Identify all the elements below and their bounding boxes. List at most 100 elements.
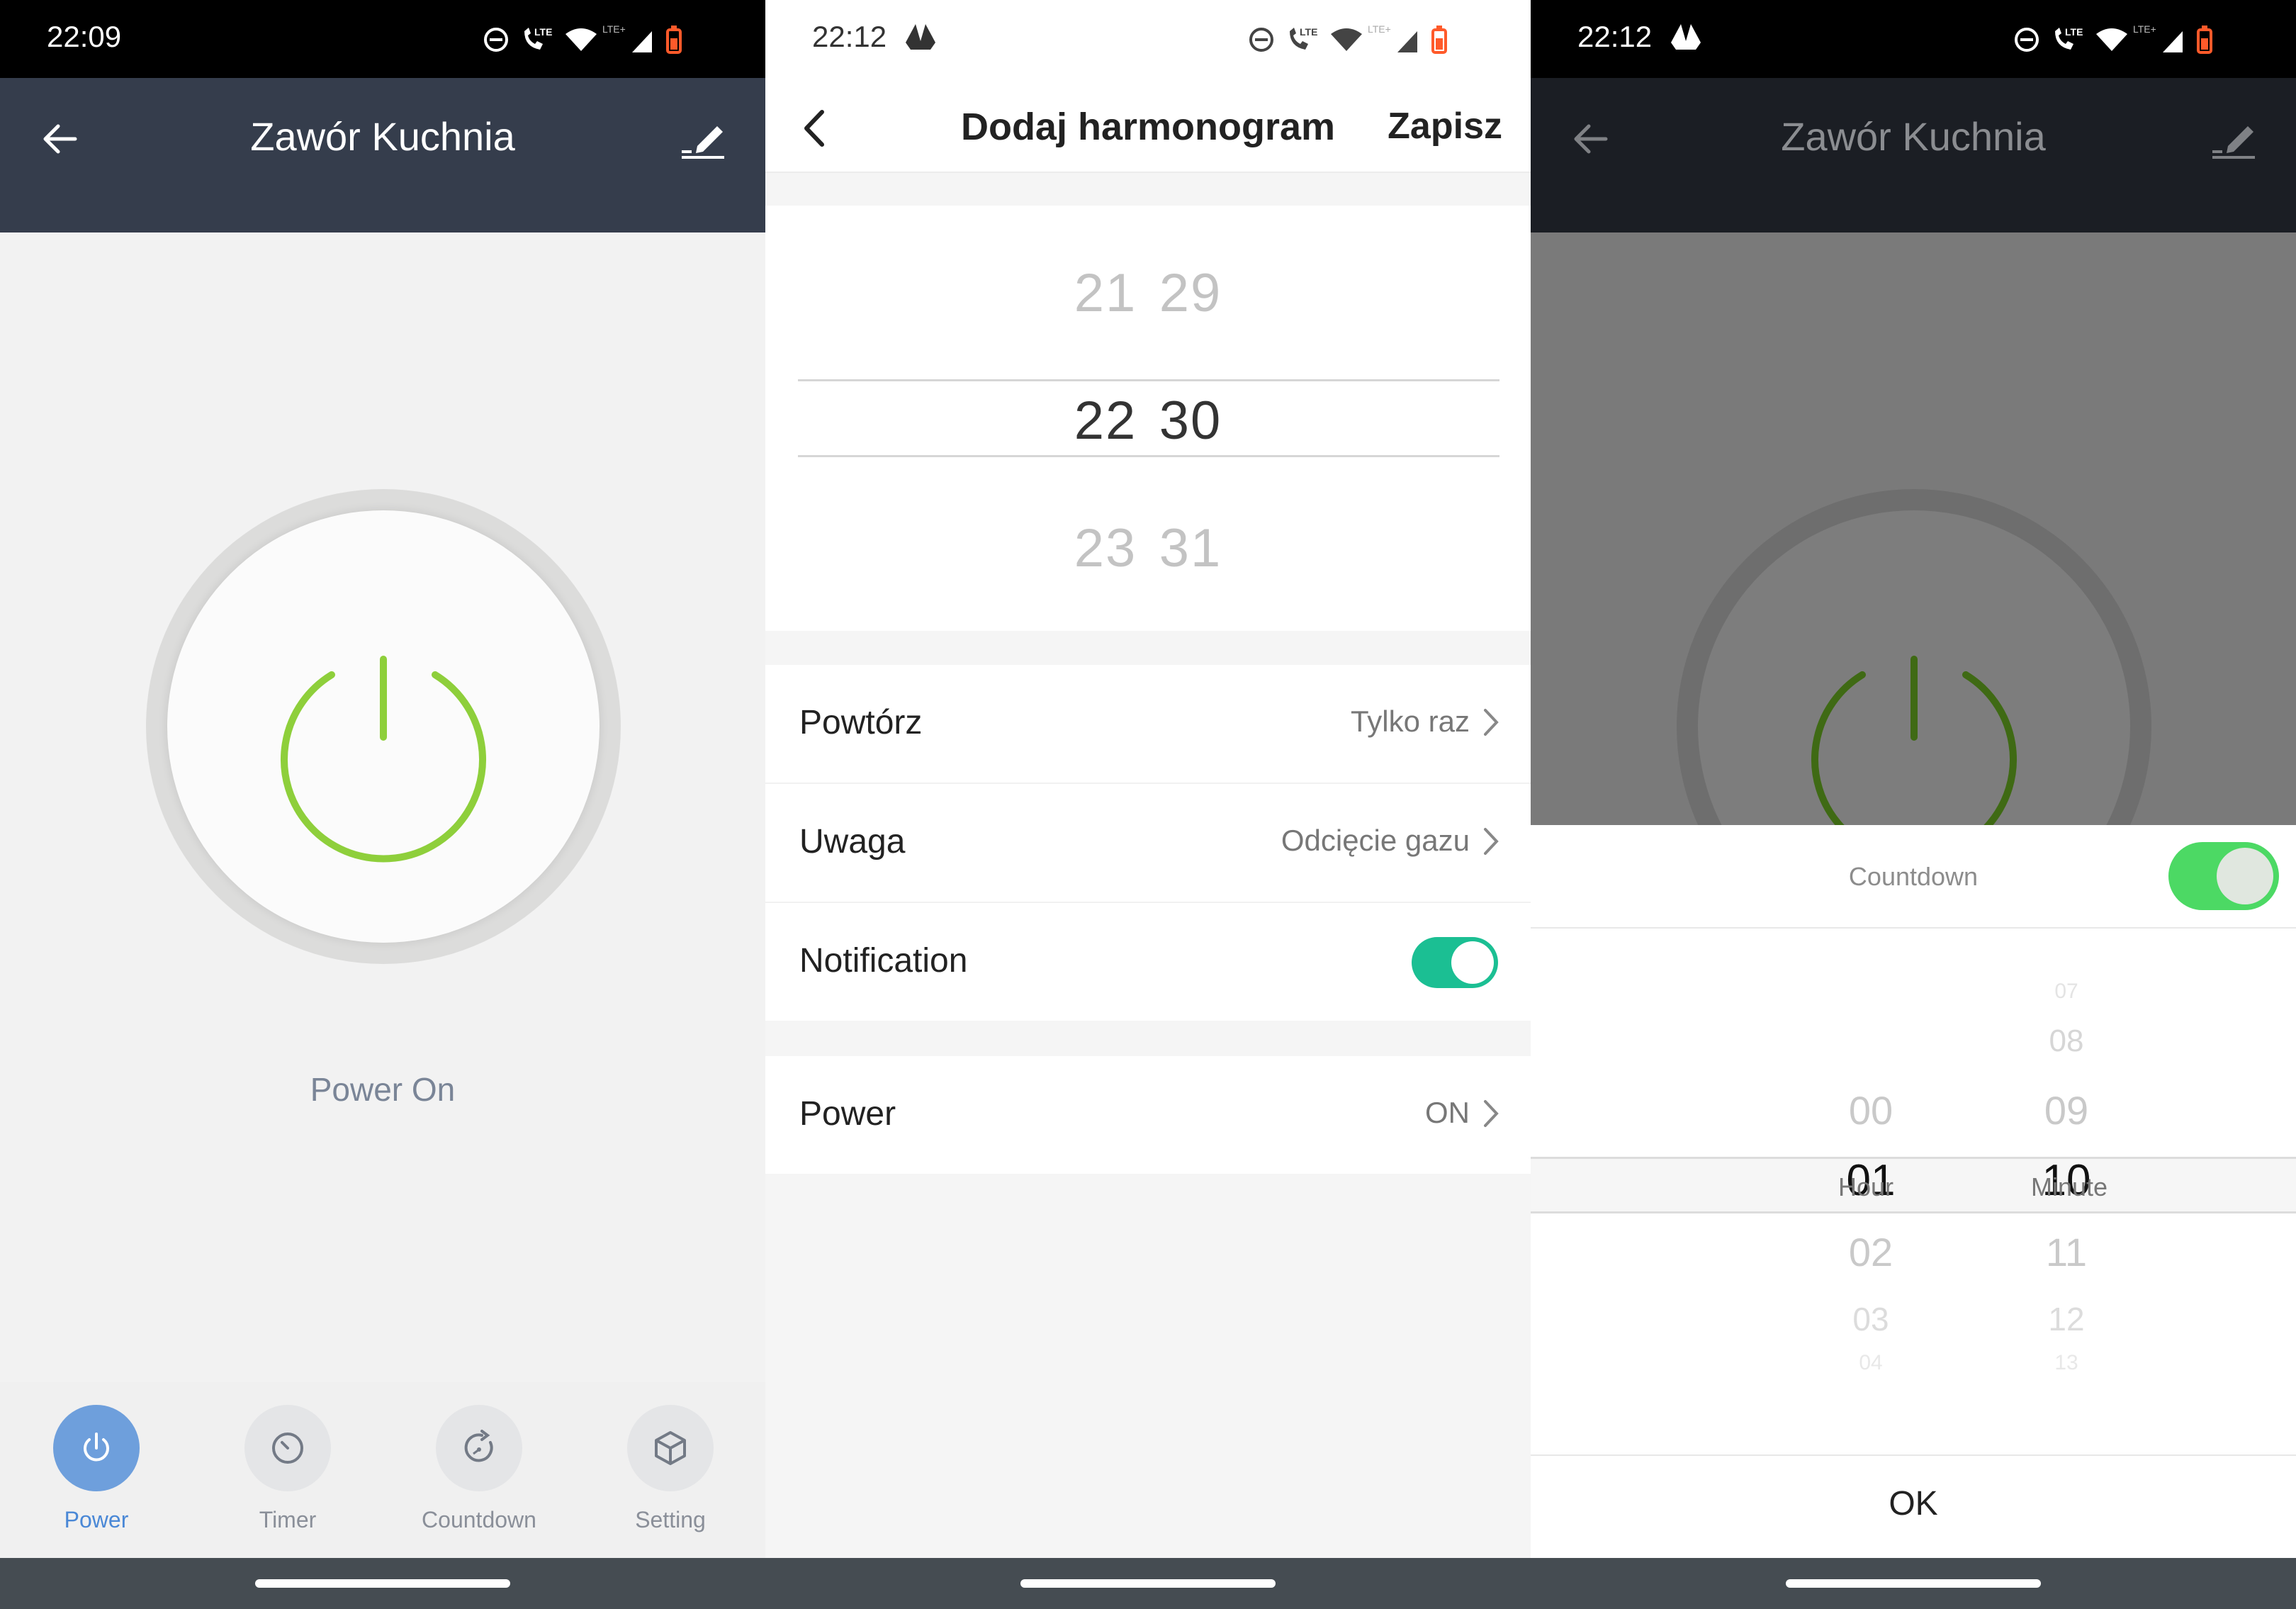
svg-text:LTE: LTE	[1300, 26, 1317, 38]
power-icon	[281, 656, 486, 863]
picker-hour: 23	[1074, 518, 1137, 578]
picker-divider	[798, 379, 1499, 381]
device-header: Zawór Kuchnia	[0, 78, 765, 232]
ok-button[interactable]: OK	[1531, 1484, 2296, 1523]
repeat-label: Powtórz	[799, 704, 923, 741]
tab-countdown-label: Countdown	[422, 1507, 536, 1532]
status-icons: LTE LTE+	[1249, 23, 1447, 54]
svg-text:LTE+: LTE+	[602, 23, 626, 35]
note-row[interactable]: Uwaga Odcięcie gazu	[765, 784, 1531, 902]
countdown-sheet: Countdown 00 01 02 03 04 Hour 07 08 09 1…	[1531, 825, 2296, 1558]
minute-wheel[interactable]: 07 08 09 10 11 12 13	[1996, 825, 2137, 1374]
system-nav-bar	[1531, 1558, 2296, 1609]
power-button-face	[167, 510, 600, 943]
home-indicator[interactable]	[1786, 1579, 2041, 1588]
edit-icon[interactable]	[677, 113, 727, 163]
note-label: Uwaga	[799, 823, 906, 860]
tab-setting-label: Setting	[635, 1507, 706, 1532]
picker-minute: 30	[1159, 391, 1222, 451]
svg-text:LTE: LTE	[534, 26, 552, 38]
status-bar: 22:12 LTE LTE+	[1531, 0, 2296, 78]
countdown-icon	[436, 1405, 522, 1491]
status-bar: 22:09 LTE LTE+	[0, 0, 765, 78]
tab-setting[interactable]: Setting	[600, 1405, 741, 1533]
tab-power[interactable]: Power	[26, 1405, 167, 1533]
countdown-screen: 22:12 LTE LTE+ Zawór Kuchnia Countdown 0…	[1531, 0, 2296, 1609]
minute-option: 09	[2044, 1088, 2089, 1133]
status-time: 22:12	[812, 20, 887, 53]
note-value: Odcięcie gazu	[1281, 824, 1470, 857]
picker-row-below: 23 31	[765, 517, 1531, 579]
timer-icon	[244, 1405, 331, 1491]
bottom-tab-bar: Power Timer Countdown Setting	[0, 1382, 765, 1558]
countdown-toggle[interactable]	[2168, 842, 2279, 910]
tab-countdown[interactable]: Countdown	[408, 1405, 550, 1533]
chevron-right-icon	[1484, 828, 1499, 855]
home-indicator[interactable]	[1020, 1579, 1276, 1588]
tab-timer[interactable]: Timer	[217, 1405, 359, 1533]
minute-unit: Minute	[2031, 1172, 2108, 1201]
status-icons: LTE LTE+	[484, 23, 682, 54]
power-icon	[53, 1405, 140, 1491]
picker-row-above: 21 29	[765, 262, 1531, 324]
repeat-row[interactable]: Powtórz Tylko raz	[765, 665, 1531, 783]
hour-option: 02	[1848, 1230, 1893, 1274]
picker-hour: 22	[1074, 391, 1137, 451]
hour-wheel[interactable]: 00 01 02 03 04	[1800, 825, 1942, 1374]
home-indicator[interactable]	[255, 1579, 510, 1588]
cube-icon	[627, 1405, 714, 1491]
svg-text:LTE+: LTE+	[2133, 23, 2156, 35]
minute-option: 07	[2054, 980, 2078, 1003]
save-button[interactable]: Zapisz	[1388, 105, 1502, 147]
drive-icon	[906, 24, 935, 50]
picker-minute: 31	[1159, 518, 1222, 578]
notification-toggle[interactable]	[1412, 937, 1498, 988]
tab-timer-label: Timer	[259, 1507, 317, 1532]
status-time: 22:09	[47, 20, 122, 53]
picker-row-selected: 22 30	[765, 390, 1531, 452]
power-label: Power	[799, 1095, 896, 1133]
chevron-right-icon	[1484, 709, 1499, 736]
picker-minute: 29	[1159, 263, 1222, 323]
power-button[interactable]	[146, 489, 621, 964]
svg-text:LTE: LTE	[2065, 26, 2083, 38]
svg-text:LTE+: LTE+	[1368, 23, 1391, 35]
status-icons: LTE LTE+	[2015, 23, 2212, 54]
device-title: Zawór Kuchnia	[250, 114, 515, 159]
hour-option: 00	[1848, 1088, 1893, 1133]
drive-icon	[1671, 24, 1701, 50]
power-status-label: Power On	[310, 1071, 456, 1108]
power-button-face	[1698, 510, 2130, 825]
system-nav-bar	[765, 1558, 1531, 1609]
minute-option: 08	[2049, 1024, 2084, 1058]
chevron-right-icon	[1484, 1100, 1499, 1127]
schedule-header: Dodaj harmonogram Zapisz	[765, 78, 1531, 173]
schedule-screen: 22:12 LTE LTE+ Dodaj harmonogram Zapisz …	[765, 0, 1531, 1609]
notification-row: Notification	[765, 903, 1531, 1021]
power-row[interactable]: Power ON	[765, 1056, 1531, 1174]
repeat-value: Tylko raz	[1350, 705, 1470, 738]
power-button-dimmed	[1677, 489, 2151, 825]
sheet-divider	[1531, 1454, 2296, 1456]
minute-option: 12	[2048, 1301, 2085, 1338]
picker-divider	[798, 455, 1499, 457]
device-header-dimmed: Zawór Kuchnia	[1531, 78, 2296, 232]
status-bar: 22:12 LTE LTE+	[765, 0, 1531, 78]
notification-label: Notification	[799, 942, 968, 980]
time-picker[interactable]: 21 29 22 30 23 31	[765, 206, 1531, 631]
picker-hour: 21	[1074, 263, 1137, 323]
power-value: ON	[1425, 1096, 1470, 1129]
toggle-knob	[1451, 941, 1494, 984]
hour-option: 03	[1852, 1301, 1889, 1338]
device-title: Zawór Kuchnia	[1781, 114, 2046, 159]
system-nav-bar	[0, 1558, 765, 1609]
hour-unit: Hour	[1838, 1172, 1894, 1201]
dim-overlay[interactable]	[1531, 232, 2296, 825]
status-time: 22:12	[1577, 20, 1653, 53]
device-screen: 22:09 LTE LTE+ Zawór Kuchnia Power On Po…	[0, 0, 765, 1609]
tab-power-label: Power	[64, 1507, 129, 1532]
power-icon	[1811, 656, 2017, 825]
toggle-knob	[2217, 848, 2273, 904]
edit-icon	[2212, 126, 2255, 159]
hour-option: 04	[1859, 1351, 1883, 1374]
